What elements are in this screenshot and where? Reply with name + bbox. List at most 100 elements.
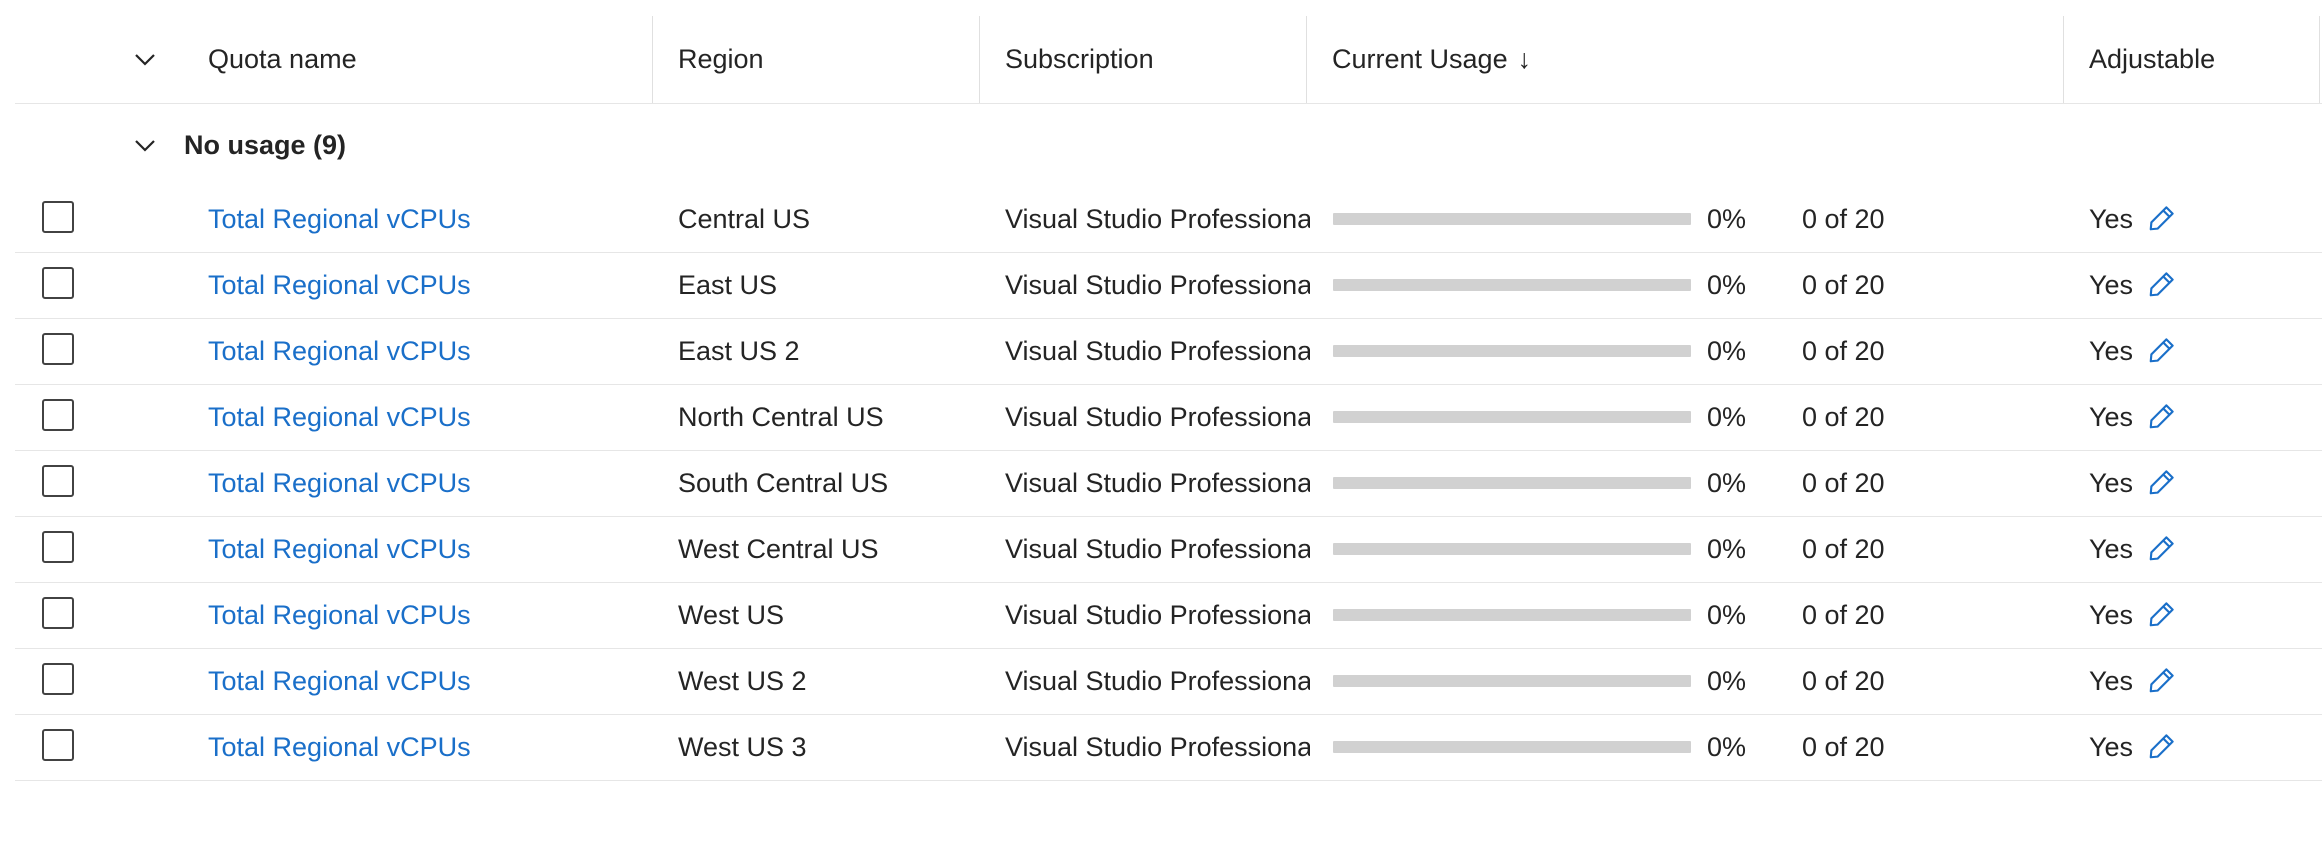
row-select-checkbox[interactable] [42,333,74,365]
region-cell: East US [678,270,778,300]
usage-count: 0 of 20 [1802,600,1885,630]
row-select-checkbox[interactable] [42,597,74,629]
column-header-region[interactable]: Region [678,16,764,103]
usage-count: 0 of 20 [1802,666,1885,696]
quota-name-link[interactable]: Total Regional vCPUs [208,582,471,648]
pencil-icon[interactable] [2147,467,2177,497]
region-cell: West US [678,600,785,630]
table-row[interactable]: Total Regional vCPUs West US 3 Visual Stud… [15,714,2322,781]
column-header-label: Quota name [208,44,357,74]
adjustable-value: Yes [2089,402,2134,432]
pencil-icon[interactable] [2147,401,2177,431]
column-header-label: Region [678,44,764,74]
usage-progress-bar [1333,477,1691,489]
subscription-cell: Visual Studio Professional [1005,468,1310,498]
quota-name-link[interactable]: Total Regional vCPUs [208,714,471,780]
region-cell: Central US [678,204,811,234]
adjustable-value: Yes [2089,336,2134,366]
row-select-checkbox[interactable] [42,663,74,695]
usage-progress-bar [1333,675,1691,687]
pencil-icon[interactable] [2147,269,2177,299]
adjustable-value: Yes [2089,468,2134,498]
region-cell: West US 3 [678,732,807,762]
quota-grid: Quota name Region Subscription Current U… [0,0,2322,854]
usage-percent: 0% [1707,534,1747,564]
row-select-checkbox[interactable] [42,201,74,233]
column-divider[interactable] [652,16,653,103]
quota-name-link[interactable]: Total Regional vCPUs [208,516,471,582]
table-row[interactable]: Total Regional vCPUs Central US Visual Stu… [15,186,2322,253]
row-select-checkbox[interactable] [42,267,74,299]
pencil-icon[interactable] [2147,335,2177,365]
column-divider[interactable] [2319,16,2320,103]
region-cell: North Central US [678,402,884,432]
column-header-label: Adjustable [2089,44,2216,74]
pencil-icon[interactable] [2147,665,2177,695]
usage-percent: 0% [1707,732,1747,762]
table-row[interactable]: Total Regional vCPUs West Central US Visua… [15,516,2322,583]
region-cell: South Central US [678,468,889,498]
column-header-label: Current Usage [1332,44,1508,74]
usage-count: 0 of 20 [1802,732,1885,762]
subscription-cell: Visual Studio Professional [1005,336,1310,366]
usage-percent: 0% [1707,402,1747,432]
subscription-cell: Visual Studio Professional [1005,270,1310,300]
table-row[interactable]: Total Regional vCPUs East US 2 Visual Stud… [15,318,2322,385]
column-divider[interactable] [2063,16,2064,103]
group-label: No usage (9) [184,130,347,160]
usage-progress-bar [1333,543,1691,555]
column-divider[interactable] [979,16,980,103]
column-header-subscription[interactable]: Subscription [1005,16,1154,103]
chevron-down-icon[interactable] [133,47,157,71]
subscription-cell: Visual Studio Professional [1005,600,1310,630]
region-cell: West US 2 [678,666,807,696]
chevron-down-icon[interactable] [133,133,157,157]
quota-name-link[interactable]: Total Regional vCPUs [208,318,471,384]
grid-header: Quota name Region Subscription Current U… [15,16,2322,104]
usage-progress-bar [1333,609,1691,621]
table-row[interactable]: Total Regional vCPUs East US Visual Studio… [15,252,2322,319]
usage-percent: 0% [1707,468,1747,498]
pencil-icon[interactable] [2147,203,2177,233]
subscription-cell: Visual Studio Professional [1005,204,1310,234]
usage-percent: 0% [1707,600,1747,630]
pencil-icon[interactable] [2147,731,2177,761]
column-divider[interactable] [1306,16,1307,103]
pencil-icon[interactable] [2147,533,2177,563]
adjustable-value: Yes [2089,204,2134,234]
quota-name-link[interactable]: Total Regional vCPUs [208,252,471,318]
row-select-checkbox[interactable] [42,399,74,431]
usage-progress-bar [1333,345,1691,357]
column-header-label: Subscription [1005,44,1154,74]
column-header-current-usage[interactable]: Current Usage ↓ [1332,16,1531,103]
pencil-icon[interactable] [2147,599,2177,629]
usage-percent: 0% [1707,666,1747,696]
row-select-checkbox[interactable] [42,465,74,497]
table-row[interactable]: Total Regional vCPUs South Central US Visu… [15,450,2322,517]
usage-count: 0 of 20 [1802,336,1885,366]
quota-name-link[interactable]: Total Regional vCPUs [208,186,471,252]
subscription-cell: Visual Studio Professional [1005,732,1310,762]
usage-percent: 0% [1707,270,1747,300]
usage-count: 0 of 20 [1802,270,1885,300]
quota-name-link[interactable]: Total Regional vCPUs [208,648,471,714]
usage-progress-bar [1333,411,1691,423]
column-header-adjustable[interactable]: Adjustable [2089,16,2215,103]
table-row[interactable]: Total Regional vCPUs North Central US Visu… [15,384,2322,451]
usage-percent: 0% [1707,336,1747,366]
row-select-checkbox[interactable] [42,531,74,563]
subscription-cell: Visual Studio Professional [1005,534,1310,564]
column-header-quota-name[interactable]: Quota name [208,16,357,103]
quota-name-link[interactable]: Total Regional vCPUs [208,450,471,516]
table-row[interactable]: Total Regional vCPUs West US 2 Visual Stud… [15,648,2322,715]
group-header-no-usage[interactable]: No usage (9) [15,104,2322,186]
quota-name-link[interactable]: Total Regional vCPUs [208,384,471,450]
subscription-cell: Visual Studio Professional [1005,666,1310,696]
usage-count: 0 of 20 [1802,402,1885,432]
table-row[interactable]: Total Regional vCPUs West US Visual Studio… [15,582,2322,649]
usage-progress-bar [1333,213,1691,225]
row-select-checkbox[interactable] [42,729,74,761]
region-cell: East US 2 [678,336,800,366]
usage-count: 0 of 20 [1802,204,1885,234]
adjustable-value: Yes [2089,600,2134,630]
